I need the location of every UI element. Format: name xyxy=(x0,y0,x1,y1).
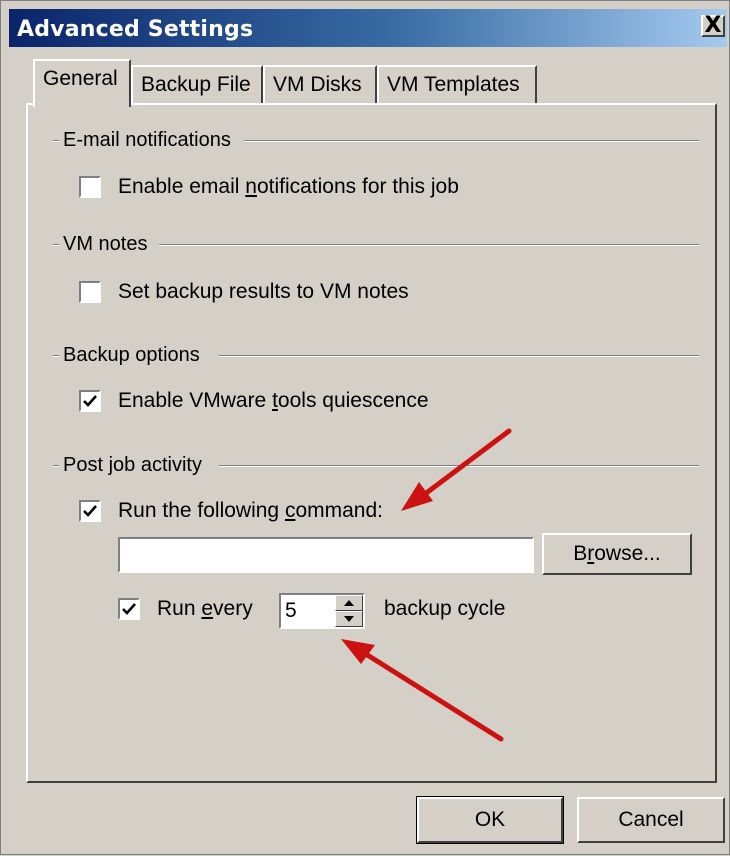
post-job-group-title: Post job activity xyxy=(59,454,208,477)
tab-vm-disks-label: VM Disks xyxy=(273,73,362,96)
close-button[interactable]: X xyxy=(701,15,725,37)
vm-notes-group-title: VM notes xyxy=(59,233,154,256)
ok-button[interactable]: OK xyxy=(416,796,564,844)
backup-cycle-value[interactable]: 5 xyxy=(285,599,297,623)
run-command-checkbox[interactable] xyxy=(79,500,101,522)
run-command-label: Run the following command: xyxy=(118,499,383,522)
spin-up-icon xyxy=(344,600,354,606)
ok-button-label: OK xyxy=(474,808,506,831)
run-every-label: Run every xyxy=(157,597,253,620)
browse-button-label: Browse... xyxy=(573,542,661,565)
spin-up-button[interactable] xyxy=(335,595,363,611)
group-divider xyxy=(159,244,699,246)
backup-cycle-suffix: backup cycle xyxy=(384,597,506,620)
email-notifications-label: Enable email notifications for this job xyxy=(118,175,459,198)
email-notifications-checkbox[interactable] xyxy=(79,176,101,198)
spin-down-icon xyxy=(344,616,354,622)
window-title: Advanced Settings xyxy=(17,17,254,42)
check-icon xyxy=(83,395,97,407)
backup-options-group-title: Backup options xyxy=(59,344,206,367)
tab-general[interactable]: General xyxy=(33,59,131,107)
vm-notes-label: Set backup results to VM notes xyxy=(118,280,409,303)
run-every-checkbox[interactable] xyxy=(118,598,140,620)
tab-backup-file[interactable]: Backup File xyxy=(131,65,263,105)
tab-vm-templates-label: VM Templates xyxy=(387,73,520,96)
group-divider xyxy=(219,465,699,467)
tab-vm-disks[interactable]: VM Disks xyxy=(263,65,377,105)
vmware-quiescence-checkbox[interactable] xyxy=(79,390,101,412)
tab-vm-templates[interactable]: VM Templates xyxy=(377,65,537,105)
group-divider xyxy=(244,140,699,142)
backup-cycle-stepper[interactable]: 5 xyxy=(279,593,365,629)
browse-button[interactable]: Browse... xyxy=(542,533,692,575)
close-icon: X xyxy=(704,13,722,38)
check-icon xyxy=(83,505,97,517)
check-icon xyxy=(122,603,136,615)
group-divider xyxy=(219,355,699,357)
vm-notes-checkbox[interactable] xyxy=(79,281,101,303)
command-input[interactable] xyxy=(118,537,534,573)
advanced-settings-dialog: Advanced Settings X General Backup File … xyxy=(0,0,730,855)
vmware-quiescence-label: Enable VMware tools quiescence xyxy=(118,389,429,412)
cancel-button[interactable]: Cancel xyxy=(577,797,725,843)
tab-general-label: General xyxy=(43,67,118,90)
general-tab-panel xyxy=(26,103,717,783)
tab-backup-file-label: Backup File xyxy=(141,73,251,96)
cancel-button-label: Cancel xyxy=(618,808,684,831)
email-group-title: E-mail notifications xyxy=(59,129,237,152)
title-bar[interactable]: Advanced Settings X xyxy=(9,9,727,47)
spin-down-button[interactable] xyxy=(335,611,363,627)
